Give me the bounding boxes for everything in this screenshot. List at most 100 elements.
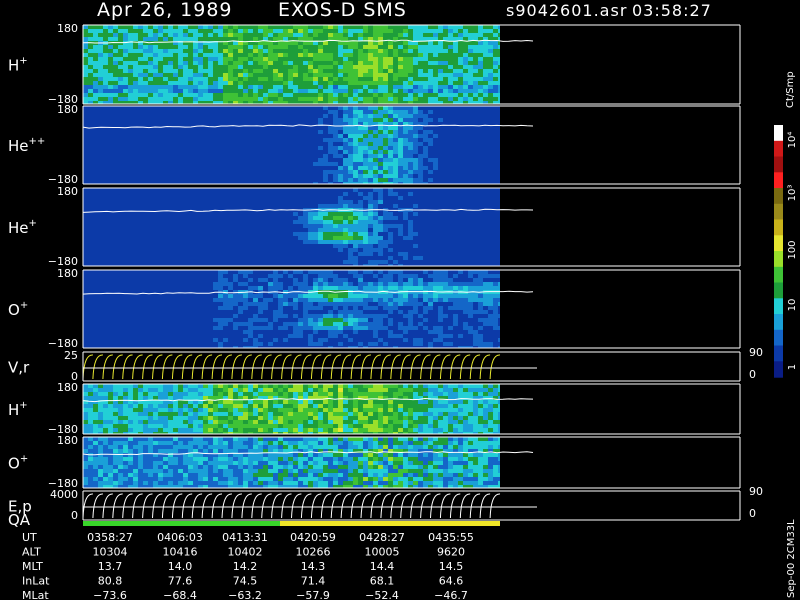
spectrogram-cell	[158, 122, 163, 126]
spectrogram-cell	[468, 126, 473, 130]
spectrogram-cell	[413, 45, 418, 49]
spectrogram-cell	[393, 142, 398, 146]
spectrogram-cell	[318, 162, 323, 166]
spectrogram-cell	[108, 114, 113, 118]
spectrogram-cell	[88, 69, 93, 73]
spectrogram-cell	[268, 29, 273, 33]
spectrogram-cell	[483, 244, 488, 248]
spectrogram-cell	[173, 240, 178, 244]
spectrogram-cell	[498, 158, 500, 162]
spectrogram-cell	[168, 81, 173, 85]
spectrogram-cell	[318, 178, 323, 182]
spectrogram-cell	[228, 53, 233, 57]
spectrogram-cell	[168, 122, 173, 126]
spectrogram-cell	[223, 25, 228, 29]
spectrogram-cell	[328, 170, 333, 174]
spectrogram-cell	[313, 236, 318, 240]
spectrogram-cell	[243, 204, 248, 208]
spectrogram-cell	[128, 188, 133, 192]
spectrogram-cell	[253, 61, 258, 65]
spectrogram-cell	[128, 81, 133, 85]
spectrogram-cell	[238, 85, 243, 89]
spectrogram-cell	[328, 73, 333, 77]
spectrogram-cell	[188, 252, 193, 256]
spectrogram-cell	[258, 49, 263, 53]
spectrogram-cell	[238, 25, 243, 29]
spectrogram-cell	[283, 69, 288, 73]
spectrogram-cell	[228, 106, 233, 110]
spectrogram-cell	[173, 73, 178, 77]
spectrogram-cell	[413, 178, 418, 182]
spectrogram-cell	[158, 73, 163, 77]
spectrogram-cell	[293, 142, 298, 146]
spectrogram-cell	[393, 240, 398, 244]
spectrogram-cell	[168, 49, 173, 53]
spectrogram-cell	[288, 126, 293, 130]
spectrogram-cell	[348, 61, 353, 65]
spectrogram-cell	[238, 232, 243, 236]
spectrogram-cell	[103, 252, 108, 256]
spectrogram-cell	[328, 65, 333, 69]
spectrogram-cell	[473, 228, 478, 232]
spectrogram-cell	[148, 244, 153, 248]
spectrogram-cell	[433, 57, 438, 61]
spectrogram-cell	[368, 126, 373, 130]
spectrogram-cell	[428, 114, 433, 118]
spectrogram-cell	[278, 110, 283, 114]
spectrogram-cell	[253, 81, 258, 85]
spectrogram-cell	[358, 114, 363, 118]
spectrogram-cell	[243, 45, 248, 49]
spectrogram-cell	[253, 224, 258, 228]
spectrogram-cell	[293, 240, 298, 244]
spectrogram-cell	[278, 85, 283, 89]
spectrogram-cell	[343, 158, 348, 162]
spectrogram-cell	[453, 37, 458, 41]
spectrogram-cell	[248, 61, 253, 65]
spectrogram-cell	[468, 188, 473, 192]
spectrogram-cell	[368, 110, 373, 114]
spectrogram-cell	[93, 37, 98, 41]
spectrogram-cell	[178, 260, 183, 264]
spectrogram-cell	[468, 77, 473, 81]
spectrogram-cell	[153, 204, 158, 208]
spectrogram-cell	[283, 134, 288, 138]
spectrogram-cell	[438, 228, 443, 232]
spectrogram-cell	[238, 224, 243, 228]
spectrogram-cell	[178, 61, 183, 65]
spectrogram-cell	[258, 122, 263, 126]
spectrogram-cell	[108, 69, 113, 73]
spectrogram-cell	[128, 158, 133, 162]
spectrogram-cell	[158, 85, 163, 89]
spectrogram-cell	[398, 97, 403, 101]
spectrogram-cell	[293, 162, 298, 166]
spectrogram-cell	[438, 130, 443, 134]
spectrogram-cell	[423, 256, 428, 260]
spectrogram-cell	[223, 212, 228, 216]
spectrogram-cell	[288, 134, 293, 138]
spectrogram-cell	[268, 65, 273, 69]
spectrogram-cell	[138, 33, 143, 37]
spectrogram-cell	[283, 142, 288, 146]
spectrogram-cell	[108, 106, 113, 110]
spectrogram-cell	[458, 142, 463, 146]
spectrogram-cell	[298, 53, 303, 57]
spectrogram-cell	[448, 89, 453, 93]
spectrogram-cell	[363, 192, 368, 196]
spectrogram-cell	[483, 41, 488, 45]
spectrogram-cell	[138, 220, 143, 224]
spectrogram-cell	[388, 232, 393, 236]
spectrogram-cell	[88, 49, 93, 53]
spectrogram-cell	[398, 85, 403, 89]
spectrogram-cell	[378, 130, 383, 134]
spectrogram-cell	[423, 174, 428, 178]
spectrogram-cell	[443, 29, 448, 33]
spectrogram-cell	[353, 216, 358, 220]
spectrogram-cell	[458, 93, 463, 97]
spectrogram-cell	[123, 77, 128, 81]
spectrogram-cell	[188, 220, 193, 224]
spectrogram-cell	[373, 216, 378, 220]
spectrogram-cell	[363, 166, 368, 170]
spectrogram-cell	[443, 260, 448, 264]
spectrogram-cell	[493, 134, 498, 138]
spectrogram-cell	[258, 118, 263, 122]
